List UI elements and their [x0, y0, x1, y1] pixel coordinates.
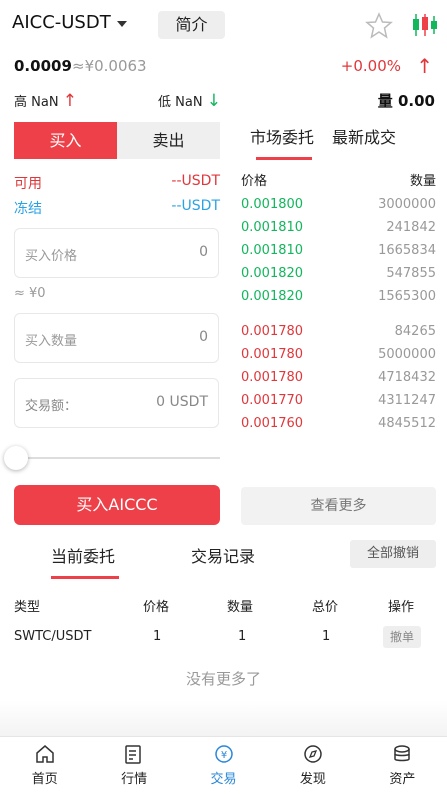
- nav-label: 发现: [299, 772, 326, 787]
- frozen-value: --USDT: [171, 198, 220, 214]
- orderbook-price: 0.001760: [241, 416, 304, 431]
- col-total: 总价: [312, 600, 339, 615]
- buy-amount-value: 0: [199, 329, 208, 345]
- orderbook-qty: 1665834: [378, 243, 436, 258]
- orderbook-qty: 4718432: [378, 370, 436, 385]
- trade-total-field: 交易额： 0 USDT: [14, 378, 219, 428]
- orderbook-price-header: 价格: [241, 174, 268, 189]
- orderbook-qty: 84265: [394, 324, 436, 339]
- star-icon[interactable]: [364, 11, 394, 41]
- available-value: --USDT: [171, 173, 220, 189]
- up-arrow-icon: ↑: [62, 91, 77, 111]
- frozen-label: 冻结: [14, 201, 42, 217]
- nav-label: 交易: [210, 772, 237, 787]
- price-change: +0.00%: [340, 57, 401, 75]
- orderbook-price: 0.001820: [241, 289, 304, 304]
- svg-text:¥: ¥: [220, 750, 226, 761]
- high-price: 高 NaN ↑: [14, 91, 77, 111]
- tab-current-orders[interactable]: 当前委托: [51, 543, 115, 567]
- assets-icon: [394, 745, 411, 762]
- nav-item-assets[interactable]: 资产: [358, 737, 447, 796]
- col-price: 价格: [143, 600, 170, 615]
- percent-slider-handle[interactable]: [4, 446, 28, 470]
- orderbook-price: 0.001810: [241, 220, 304, 235]
- buy-submit-button[interactable]: 买入AICCC: [14, 485, 220, 525]
- no-more-text: 没有更多了: [185, 670, 261, 688]
- col-qty: 数量: [227, 600, 254, 615]
- price-cny: ≈¥0.0063: [72, 57, 147, 75]
- price-approx: ≈ ¥0: [14, 286, 46, 301]
- active-tab-indicator: [256, 157, 312, 160]
- order-total: 1: [322, 629, 331, 644]
- nav-item-trade[interactable]: ¥ 交易: [179, 737, 268, 796]
- bottom-fade: [0, 700, 447, 736]
- tab-sell[interactable]: 卖出: [117, 122, 220, 159]
- up-arrow-icon: ↑: [416, 54, 433, 78]
- tab-trade-history[interactable]: 交易记录: [191, 543, 255, 567]
- orderbook-qty: 4311247: [378, 393, 436, 408]
- last-price: 0.0009: [14, 57, 72, 75]
- discover-icon: [304, 745, 322, 763]
- orderbook-price: 0.001780: [241, 324, 304, 339]
- orderbook-price: 0.001780: [241, 370, 304, 385]
- col-type: 类型: [14, 600, 41, 615]
- market-icon: [125, 745, 141, 764]
- down-arrow-icon: ↓: [206, 91, 221, 111]
- orderbook-qty: 4845512: [378, 416, 436, 431]
- col-action: 操作: [388, 600, 415, 615]
- order-qty: 1: [238, 629, 247, 644]
- orderbook-price: 0.001770: [241, 393, 304, 408]
- nav-label: 资产: [389, 772, 416, 787]
- tab-buy[interactable]: 买入: [14, 122, 117, 159]
- nav-item-discover[interactable]: 发现: [268, 737, 357, 796]
- trade-total-value: 0 USDT: [156, 394, 208, 410]
- cancel-order-button[interactable]: 撤单: [383, 626, 421, 648]
- cancel-all-button[interactable]: 全部撤销: [350, 540, 436, 568]
- tab-latest-trades[interactable]: 最新成交: [332, 124, 396, 148]
- orderbook-qty: 1565300: [378, 289, 436, 304]
- nav-label: 行情: [121, 772, 148, 787]
- percent-slider-track[interactable]: [14, 457, 220, 459]
- orderbook-qty: 547855: [386, 266, 436, 281]
- low-label: 低 NaN: [158, 95, 203, 110]
- buy-amount-input[interactable]: 买入数量 0: [14, 313, 219, 363]
- high-label: 高 NaN: [14, 95, 59, 110]
- orderbook-price: 0.001780: [241, 347, 304, 362]
- nav-item-market[interactable]: 行情: [89, 737, 178, 796]
- view-more-button[interactable]: 查看更多: [241, 487, 436, 525]
- orderbook-qty: 3000000: [378, 197, 436, 212]
- orderbook-qty: 241842: [386, 220, 436, 235]
- order-price: 1: [153, 629, 162, 644]
- order-type: SWTC/USDT: [14, 629, 92, 644]
- trade-icon: ¥: [214, 745, 233, 763]
- intro-button[interactable]: 简介: [158, 11, 225, 39]
- buy-price-value: 0: [199, 244, 208, 260]
- orderbook-qty-header: 数量: [409, 174, 436, 189]
- nav-item-home[interactable]: 首页: [0, 737, 89, 796]
- home-icon: [35, 745, 54, 763]
- orderbook-price: 0.001800: [241, 197, 304, 212]
- low-price: 低 NaN ↓: [158, 91, 221, 111]
- bottom-nav: 首页 行情 ¥ 交易 发现 资产: [0, 736, 447, 796]
- orderbook-price: 0.001820: [241, 266, 304, 281]
- pair-name: AICC-USDT: [12, 12, 111, 33]
- volume: 量 0.00: [377, 92, 435, 110]
- active-tab-indicator: [51, 576, 119, 579]
- nav-label: 首页: [31, 772, 58, 787]
- pair-selector[interactable]: AICC-USDT: [12, 12, 127, 33]
- chevron-down-icon: [116, 20, 127, 27]
- orderbook-price: 0.001810: [241, 243, 304, 258]
- tab-market-orders[interactable]: 市场委托: [250, 124, 314, 148]
- trade-total-label: 交易额：: [25, 399, 78, 414]
- available-label: 可用: [14, 176, 42, 192]
- orderbook-qty: 5000000: [378, 347, 436, 362]
- buy-price-input[interactable]: 买入价格 0: [14, 228, 219, 278]
- buy-amount-placeholder: 买入数量: [25, 334, 78, 349]
- buy-price-placeholder: 买入价格: [25, 249, 78, 264]
- kline-chart-icon[interactable]: [412, 12, 438, 38]
